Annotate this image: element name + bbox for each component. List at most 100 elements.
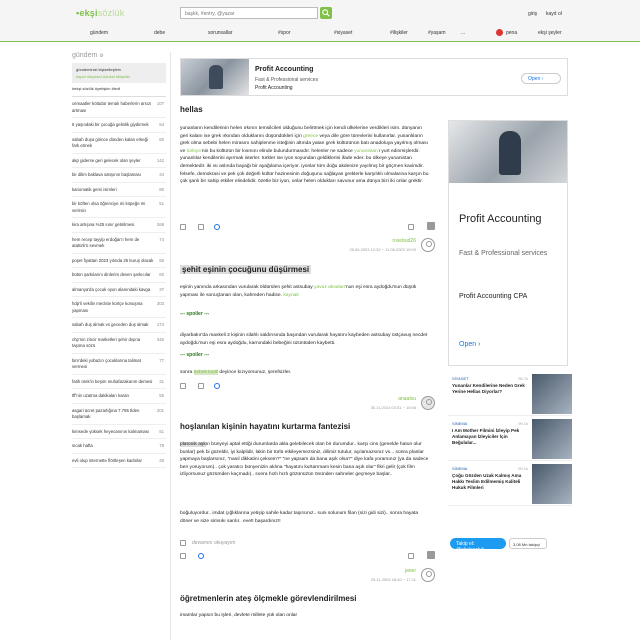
spoiler-marker[interactable]: --- spoiler --- (180, 352, 209, 358)
sidebar-topic[interactable]: kimsede yüksek heyecanının kalmaması 51 (72, 428, 166, 439)
entry-author[interactable]: anaatsu (300, 396, 416, 402)
sidebar-topic[interactable]: chp'nin zincir marketleri şehir dışına t… (72, 337, 166, 354)
drop-icon[interactable] (198, 553, 204, 559)
sidebar-topic[interactable]: poşet fiyattan 2023 yılında 25 kuruş ola… (72, 257, 166, 268)
entry-link[interactable]: bebek katili (193, 370, 219, 375)
sidebar-topic[interactable]: akp gidersе geri gelecek olan şeyler 142 (72, 158, 166, 168)
side-ad-banner[interactable]: Profit Accounting Fast & Professional se… (448, 120, 568, 366)
sidebar-topic[interactable]: tff'nin uzatma dakikaları kararı 55 (72, 393, 166, 404)
nav-gundem[interactable]: gündem (90, 30, 108, 36)
share-icon[interactable] (408, 224, 414, 230)
twitter-follow-button[interactable]: Takip et: @eksisozluk (450, 538, 506, 553)
sidebar-topic[interactable]: sabah duşa girince dünden kalan erkeği f… (72, 137, 166, 154)
sidebar-topic[interactable]: hem recep tayyip erdoğan'ı hem de atatür… (72, 237, 166, 254)
sidebar-tags[interactable]: #ekşi sözlük #yetişkin #troll (72, 86, 166, 91)
drop-icon[interactable] (214, 383, 220, 389)
topic-label: 6 yaşındaki bir çocuğa gelinlik giydirme… (72, 122, 149, 127)
upvote-icon[interactable] (180, 224, 186, 230)
sidebar-topic[interactable]: kira artışına %25 sınır getirilmesi 268 (72, 222, 166, 233)
topic-count: 34 (159, 172, 164, 177)
entry-date[interactable]: 30.11.2014 03:31 ~ 10:06 (300, 405, 416, 410)
ad-image (181, 59, 249, 95)
sidebar-topic[interactable]: 6 yaşındaki bir çocuğa gelinlik giydirme… (72, 122, 166, 133)
avatar[interactable] (421, 568, 435, 582)
entry-date[interactable]: 25.11.2004 18:40 ~ 17:11 (300, 577, 416, 582)
sidebar-topic[interactable]: cemaatler kötüdür temalı haberlerin arsı… (72, 101, 166, 118)
nav-spor[interactable]: #spor (278, 30, 291, 36)
topic-count: 174 (156, 322, 164, 327)
news-card[interactable]: SİNEMA 99.1k I Am Mother Filmini İzleyip P… (448, 417, 572, 461)
entry-link[interactable]: greece (303, 134, 318, 139)
ad-open-button[interactable]: Open › (521, 73, 561, 84)
topic-nav: gündem debe sorunsallar #spor #siyaset #… (0, 28, 640, 40)
chevron-right-icon: › (478, 341, 481, 348)
favorite-icon[interactable] (198, 224, 204, 230)
nav-iliskiler[interactable]: #ilişkiler (390, 30, 408, 36)
topic-count: 77 (159, 357, 164, 363)
news-card[interactable]: SİYASET 98.7k Yunanlar Kendilerine Neden G… (448, 372, 572, 416)
ad-advertiser: Profit Accounting (255, 85, 293, 91)
more-icon[interactable] (427, 222, 435, 230)
personalize-tags[interactable]: #spor #siyaset #anket #ilişkiler (76, 73, 162, 80)
entry-title[interactable]: şehit eşinin çocuğunu düşürmesi (180, 265, 312, 274)
sidebar-topic[interactable]: sıcak hafta 78 (72, 443, 166, 454)
news-card[interactable]: SİNEMA 99.1k Çoğu Gözden Uzak Kalmış Ama H… (448, 462, 572, 506)
chevron-right-icon: › (541, 76, 544, 82)
sidebar-topic[interactable]: kariomatik gemi isimleri 80 (72, 187, 166, 197)
search-input[interactable]: başlık, #entry, @yazar (180, 7, 318, 19)
sidebar-topic[interactable]: almanya'da çocuk oyun alanındaki kavga 37 (72, 287, 166, 297)
drop-icon[interactable] (214, 224, 220, 230)
entry-author[interactable]: janer (300, 568, 416, 574)
topic-label: kimsede yüksek heyecanının kalmaması (72, 428, 150, 434)
favorite-icon[interactable] (198, 383, 204, 389)
favorite-icon[interactable] (180, 553, 186, 559)
upvote-icon[interactable] (180, 540, 186, 546)
top-ad-banner[interactable]: Profit Accounting Fast & Professional se… (180, 58, 568, 96)
sidebar-topic[interactable]: sabah duş almak vs geceden duş almak 174 (72, 322, 166, 333)
entry-link[interactable]: türkiye' (187, 149, 202, 154)
nav-sorunsallar[interactable]: sorunsallar (208, 30, 232, 36)
avatar[interactable] (421, 238, 435, 252)
entry-title[interactable]: hoşlanılan kişinin hayatını kurtarma fan… (180, 422, 350, 431)
topic-count: 107 (156, 101, 164, 106)
entry-date[interactable]: 26.06.2003 12:32 ~ 11.06.2003 19:03 (300, 247, 416, 252)
search-button[interactable] (320, 7, 332, 19)
news-category: SİNEMA (452, 421, 468, 426)
news-title: Çoğu Gözden Uzak Kalmış Ama Hakkı Teslim… (452, 473, 522, 490)
nav-eksi-seyler[interactable]: ekşi şeyler (538, 30, 562, 36)
sidebar-topic[interactable]: hdp'li vekilin meclste kürtçe konuşma ya… (72, 301, 166, 318)
sidebar-topic[interactable]: bim'deki yobazın çocuklarına talimat ver… (72, 358, 166, 375)
entry-title[interactable]: öğretmenlerin ateş ölçmekle görevlendiri… (180, 594, 357, 603)
share-icon[interactable] (408, 553, 414, 559)
sidebar-topic[interactable]: bütün şarkılarını dinlerim deven şarkıcı… (72, 272, 166, 283)
site-logo[interactable]: •ekşisözlük (76, 8, 124, 18)
nav-siyaset[interactable]: #siyaset (334, 30, 352, 36)
avatar[interactable] (421, 396, 435, 410)
sidebar-topic[interactable]: asgari ücret pazarlığına 7.785 tlden baş… (72, 408, 166, 425)
topic-count: 51 (159, 201, 164, 206)
nav-debe[interactable]: debe (154, 30, 165, 36)
sidebar-topic[interactable]: fatih ürek'in beşim muhafazakarım demesi… (72, 379, 166, 389)
sidebar-topic[interactable]: bir dilim baklava satışının başlaması 34 (72, 172, 166, 183)
upvote-icon[interactable] (180, 383, 186, 389)
ad-title: Profit Accounting (459, 213, 542, 225)
topic-label: bim'deki yobazın çocuklarına talimat ver… (72, 357, 141, 370)
ad-open-button[interactable]: Open › (459, 341, 480, 348)
gear-icon[interactable]: ⚙ (99, 53, 103, 59)
source-link[interactable]: kaynak (283, 293, 299, 298)
read-more-link[interactable]: devamını okuyayım (192, 540, 235, 546)
entry-title[interactable]: hellas (180, 105, 203, 114)
entry-link[interactable]: yavuz aksalan (314, 285, 345, 290)
spoiler-marker[interactable]: --- spoiler --- (180, 311, 209, 317)
register-link[interactable]: kayıt ol (546, 11, 562, 17)
sidebar-topic[interactable]: evli olup internette flörtleşen kadınlar… (72, 458, 166, 468)
login-link[interactable]: giriş (528, 11, 537, 17)
nav-more[interactable]: ... (461, 30, 465, 36)
nav-yasam[interactable]: #yaşam (428, 30, 446, 36)
more-icon[interactable] (427, 551, 435, 559)
entry-link[interactable]: yunanistan' (354, 149, 379, 154)
nav-pena[interactable]: pena (506, 30, 517, 36)
entry-author[interactable]: rosebud26 (300, 238, 416, 244)
sidebar-topic[interactable]: bir köften olsa öğrenciye mi köpeğe mi v… (72, 201, 166, 218)
topic-count: 58 (159, 257, 164, 263)
